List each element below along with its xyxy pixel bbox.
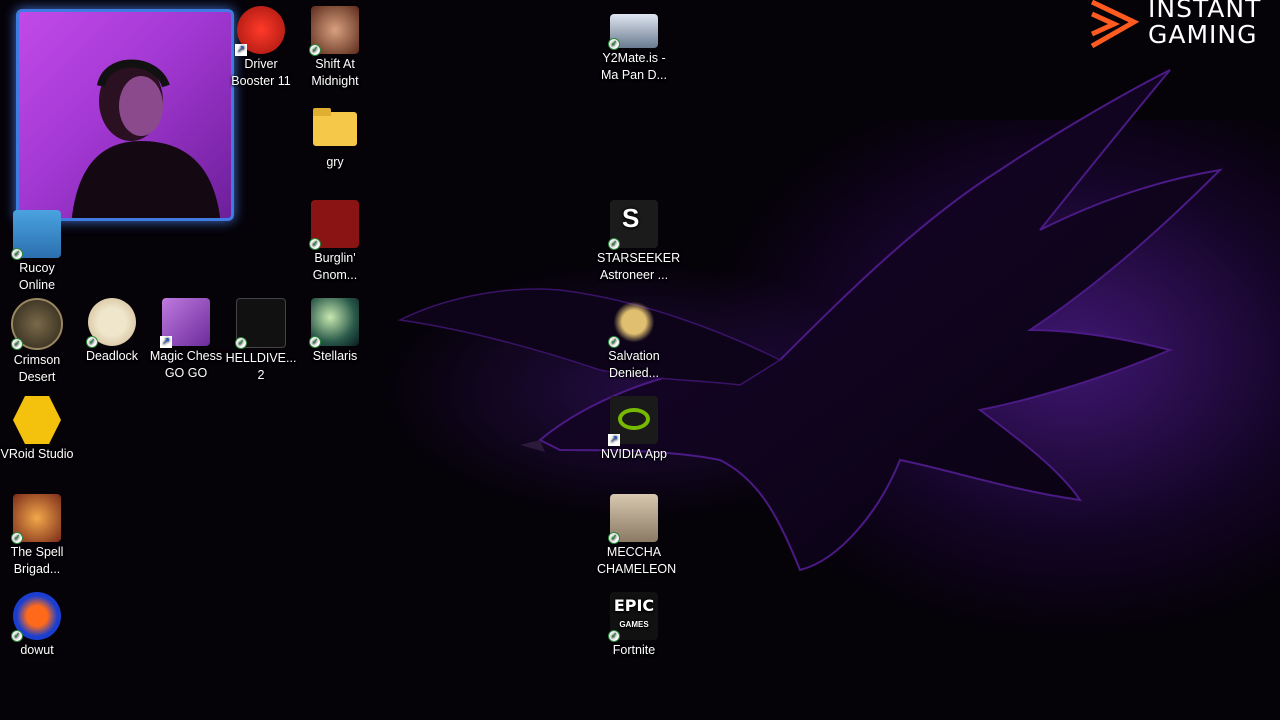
sync-check-icon: ✓ xyxy=(608,38,620,50)
audacity-headphones-icon: ✓ xyxy=(11,592,61,642)
desktop-icon-gry-folder[interactable]: gry xyxy=(298,104,372,171)
sync-check-icon: ✓ xyxy=(235,337,247,349)
meccha-chameleon-icon: ✓ xyxy=(608,494,658,544)
desktop-icon-stellaris[interactable]: ✓ Stellaris xyxy=(298,298,372,365)
starseeker-icon: S ✓ xyxy=(608,200,658,250)
sync-check-icon: ✓ xyxy=(11,630,23,642)
instant-gaming-logo-mark xyxy=(1090,0,1140,49)
desktop-icon-meccha-chameleon[interactable]: ✓ MECCHA CHAMELEON xyxy=(597,494,676,578)
desktop-icon-fortnite[interactable]: EPIC GAMES ✓ Fortnite xyxy=(597,592,671,659)
deadlock-icon: ✓ xyxy=(86,298,136,348)
sync-check-icon: ✓ xyxy=(11,338,23,350)
sync-check-icon: ✓ xyxy=(608,238,620,250)
spell-brigade-icon: ✓ xyxy=(11,494,61,544)
desktop-icon-magic-chess-go-go[interactable]: ↗ Magic Chess GO GO xyxy=(149,298,223,382)
sync-check-icon: ✓ xyxy=(11,248,23,260)
desktop-icon-salvation-denied[interactable]: ✓ Salvation Denied... xyxy=(597,298,671,382)
salvation-denied-icon: ✓ xyxy=(608,298,658,348)
instant-gaming-logo-text: INSTANT GAMING xyxy=(1148,0,1262,49)
desktop-icon-crimson-desert[interactable]: ✓ Crimson Desert xyxy=(0,298,74,386)
stellaris-icon: ✓ xyxy=(309,298,359,348)
sync-check-icon: ✓ xyxy=(309,336,321,348)
driver-booster-icon: ↗ xyxy=(235,6,285,56)
epic-games-icon: EPIC GAMES ✓ xyxy=(608,592,658,642)
desktop-icon-vroid-studio[interactable]: VRoid Studio xyxy=(0,396,74,463)
desktop-icon-burglin-gnomes[interactable]: ✓ Burglin' Gnom... xyxy=(298,200,372,284)
video-thumbnail-icon: ✓ xyxy=(608,14,658,50)
desktop-icon-starseeker[interactable]: S ✓ STARSEEKER Astroneer ... xyxy=(597,200,680,284)
desktop-icon-shift-at-midnight[interactable]: ✓ Shift At Midnight xyxy=(298,6,372,90)
desktop-icon-helldivers-2[interactable]: ✓ HELLDIVE... 2 xyxy=(224,298,298,384)
sync-check-icon: ✓ xyxy=(309,44,321,56)
shift-at-midnight-icon: ✓ xyxy=(309,6,359,56)
sync-check-icon: ✓ xyxy=(608,336,620,348)
vroid-studio-icon xyxy=(13,396,61,444)
desktop-icon-the-spell-brigade[interactable]: ✓ The Spell Brigad... xyxy=(0,494,74,578)
desktop-icon-y2mate[interactable]: ✓ Y2Mate.is - Ma Pan D... xyxy=(597,14,671,84)
magic-chess-icon: ↗ xyxy=(160,298,210,348)
crimson-desert-icon: ✓ xyxy=(11,298,63,350)
desktop-icon-driver-booster[interactable]: ↗ Driver Booster 11 xyxy=(224,6,298,90)
helldivers-icon: ✓ xyxy=(235,298,286,349)
sync-check-icon: ✓ xyxy=(608,532,620,544)
desktop-icon-dowut[interactable]: ✓ dowut xyxy=(0,592,74,659)
sync-check-icon: ✓ xyxy=(608,630,620,642)
desktop-icon-rucoy-online[interactable]: ✓ Rucoy Online xyxy=(0,210,74,294)
nvidia-icon: ↗ xyxy=(608,396,658,446)
burglin-gnomes-icon: ✓ xyxy=(309,200,359,250)
instant-gaming-logo: INSTANT GAMING xyxy=(1086,0,1276,50)
folder-icon xyxy=(311,104,359,152)
shortcut-arrow-icon: ↗ xyxy=(608,434,620,446)
sync-check-icon: ✓ xyxy=(11,532,23,544)
desktop-icon-nvidia-app[interactable]: ↗ NVIDIA App xyxy=(597,396,671,463)
sync-check-icon: ✓ xyxy=(309,238,321,250)
shortcut-arrow-icon: ↗ xyxy=(235,44,247,56)
sync-check-icon: ✓ xyxy=(86,336,98,348)
rucoy-online-icon: ✓ xyxy=(11,210,61,260)
webcam-overlay xyxy=(16,9,234,221)
streamer-silhouette xyxy=(71,59,221,218)
desktop-icon-deadlock[interactable]: ✓ Deadlock xyxy=(75,298,149,365)
shortcut-arrow-icon: ↗ xyxy=(160,336,172,348)
